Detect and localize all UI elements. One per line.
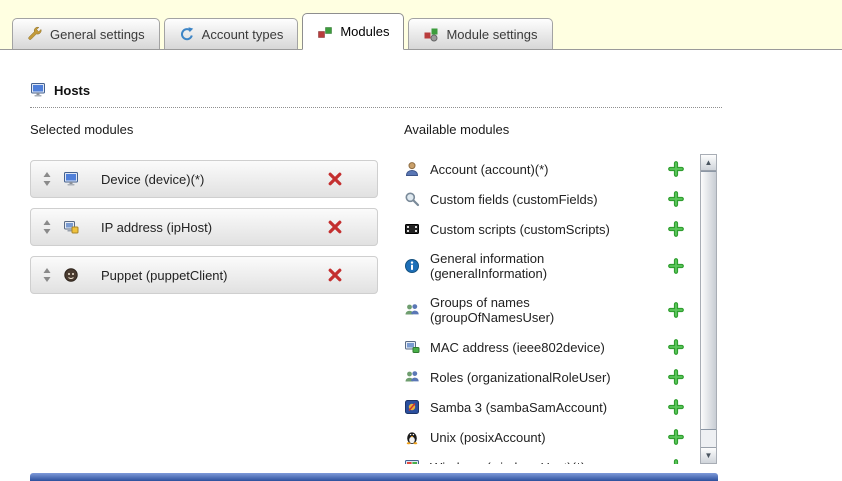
mac-icon bbox=[404, 339, 420, 355]
device-icon bbox=[63, 171, 79, 187]
add-account-button[interactable] bbox=[668, 161, 694, 177]
section-divider bbox=[30, 107, 722, 108]
remove-device-button[interactable] bbox=[327, 171, 365, 187]
module-label: IP address (ipHost) bbox=[101, 220, 327, 235]
available-module-row-samba3: Samba 3 (sambaSamAccount) bbox=[404, 392, 700, 422]
script-icon bbox=[404, 221, 420, 237]
available-modules-list: Account (account)(*) Custom fields (cust… bbox=[404, 154, 700, 464]
wrench-icon bbox=[27, 26, 43, 42]
add-custom-scripts-button[interactable] bbox=[668, 221, 694, 237]
section-header: Hosts bbox=[30, 82, 90, 98]
add-icon bbox=[668, 161, 684, 177]
add-icon bbox=[668, 339, 684, 355]
available-modules-heading: Available modules bbox=[404, 122, 509, 137]
module-label: Custom fields (customFields) bbox=[430, 192, 648, 207]
module-label: General information (generalInformation) bbox=[430, 251, 648, 281]
add-groups-of-names-button[interactable] bbox=[668, 302, 694, 318]
add-icon bbox=[668, 221, 684, 237]
add-custom-fields-button[interactable] bbox=[668, 191, 694, 207]
selected-module-row-puppet[interactable]: Puppet (puppetClient) bbox=[30, 256, 378, 294]
add-icon bbox=[668, 459, 684, 464]
delete-icon bbox=[327, 171, 343, 187]
group-icon bbox=[404, 302, 420, 318]
add-icon bbox=[668, 429, 684, 445]
delete-icon bbox=[327, 267, 343, 283]
drag-handle-icon[interactable] bbox=[43, 268, 51, 282]
add-mac-address-button[interactable] bbox=[668, 339, 694, 355]
scrollbar-down-button[interactable]: ▼ bbox=[701, 447, 716, 463]
tab-label: Modules bbox=[340, 24, 389, 39]
scrollbar-track[interactable] bbox=[701, 171, 716, 447]
module-label: Device (device)(*) bbox=[101, 172, 327, 187]
available-module-row-custom-fields: Custom fields (customFields) bbox=[404, 184, 700, 214]
modules-panel: Hosts Selected modules Available modules… bbox=[0, 50, 842, 481]
available-module-row-custom-scripts: Custom scripts (customScripts) bbox=[404, 214, 700, 244]
arrow-down-icon: ▼ bbox=[705, 451, 713, 460]
module-label: Roles (organizationalRoleUser) bbox=[430, 370, 648, 385]
module-label: MAC address (ieee802device) bbox=[430, 340, 648, 355]
module-label: Custom scripts (customScripts) bbox=[430, 222, 648, 237]
remove-iphost-button[interactable] bbox=[327, 219, 365, 235]
bottom-panel-header bbox=[30, 473, 718, 481]
add-roles-button[interactable] bbox=[668, 369, 694, 385]
info-icon bbox=[404, 258, 420, 274]
selected-module-row-device[interactable]: Device (device)(*) bbox=[30, 160, 378, 198]
add-icon bbox=[668, 258, 684, 274]
add-windows-button[interactable] bbox=[668, 459, 694, 464]
tab-modules[interactable]: Modules bbox=[302, 13, 404, 50]
magnifier-icon bbox=[404, 191, 420, 207]
add-icon bbox=[668, 399, 684, 415]
refresh-icon bbox=[179, 26, 195, 42]
module-label: Windows (windowsHost)(*) bbox=[430, 460, 648, 465]
computer-icon bbox=[30, 82, 46, 98]
tab-general-settings[interactable]: General settings bbox=[12, 18, 160, 49]
available-module-row-windows: Windows (windowsHost)(*) bbox=[404, 452, 700, 464]
add-icon bbox=[668, 302, 684, 318]
tab-label: Module settings bbox=[446, 27, 537, 42]
drag-handle-icon[interactable] bbox=[43, 220, 51, 234]
available-module-row-mac-address: MAC address (ieee802device) bbox=[404, 332, 700, 362]
add-samba3-button[interactable] bbox=[668, 399, 694, 415]
drag-handle-icon[interactable] bbox=[43, 172, 51, 186]
samba-icon bbox=[404, 399, 420, 415]
modules-icon bbox=[317, 24, 333, 40]
selected-modules-list: Device (device)(*) IP address (ipHost) P… bbox=[30, 160, 378, 304]
section-title: Hosts bbox=[54, 83, 90, 98]
delete-icon bbox=[327, 219, 343, 235]
module-label: Groups of names (groupOfNamesUser) bbox=[430, 295, 648, 325]
available-module-row-unix: Unix (posixAccount) bbox=[404, 422, 700, 452]
puppet-icon bbox=[63, 267, 79, 283]
available-module-row-groups-of-names: Groups of names (groupOfNamesUser) bbox=[404, 288, 700, 332]
module-label: Account (account)(*) bbox=[430, 162, 648, 177]
ip-host-icon bbox=[63, 219, 79, 235]
scrollbar-up-button[interactable]: ▲ bbox=[701, 155, 716, 171]
tab-label: Account types bbox=[202, 27, 284, 42]
windows-icon bbox=[404, 459, 420, 464]
module-label: Puppet (puppetClient) bbox=[101, 268, 327, 283]
add-icon bbox=[668, 369, 684, 385]
selected-modules-heading: Selected modules bbox=[30, 122, 133, 137]
config-tabbar: General settings Account types Modules M… bbox=[0, 0, 842, 50]
account-icon bbox=[404, 161, 420, 177]
tux-icon bbox=[404, 429, 420, 445]
remove-puppet-button[interactable] bbox=[327, 267, 365, 283]
add-general-information-button[interactable] bbox=[668, 258, 694, 274]
scrollbar-thumb[interactable] bbox=[701, 171, 716, 430]
add-icon bbox=[668, 191, 684, 207]
available-module-row-account: Account (account)(*) bbox=[404, 154, 700, 184]
available-module-row-roles: Roles (organizationalRoleUser) bbox=[404, 362, 700, 392]
available-module-row-general-information: General information (generalInformation) bbox=[404, 244, 700, 288]
tab-module-settings[interactable]: Module settings bbox=[408, 18, 552, 49]
arrow-up-icon: ▲ bbox=[705, 158, 713, 167]
tab-account-types[interactable]: Account types bbox=[164, 18, 299, 49]
module-label: Unix (posixAccount) bbox=[430, 430, 648, 445]
add-unix-button[interactable] bbox=[668, 429, 694, 445]
available-modules-scrollbar[interactable]: ▲ ▼ bbox=[700, 154, 717, 464]
roles-icon bbox=[404, 369, 420, 385]
selected-module-row-iphost[interactable]: IP address (ipHost) bbox=[30, 208, 378, 246]
module-settings-icon bbox=[423, 26, 439, 42]
module-label: Samba 3 (sambaSamAccount) bbox=[430, 400, 648, 415]
tab-label: General settings bbox=[50, 27, 145, 42]
